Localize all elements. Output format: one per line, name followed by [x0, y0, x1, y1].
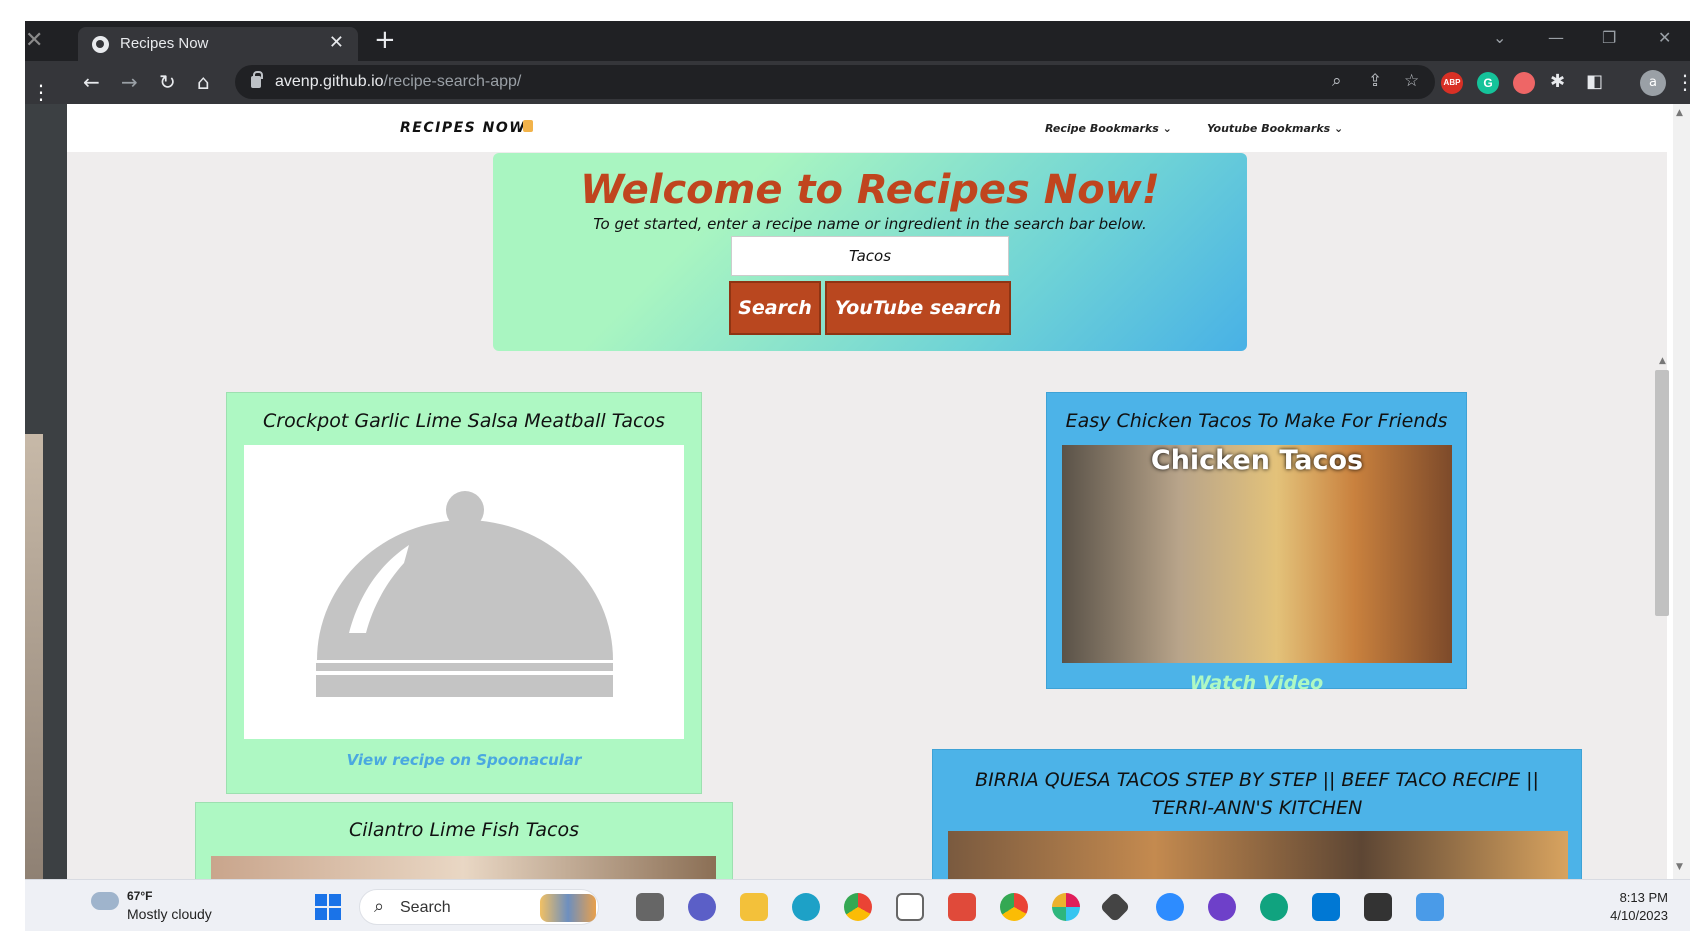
restore-icon[interactable]: ❐ — [1602, 28, 1616, 47]
zoom-app-icon[interactable] — [1156, 893, 1184, 921]
tab-recipes-now[interactable]: Recipes Now ✕ — [78, 27, 358, 61]
view-recipe-link[interactable]: View recipe on Spoonacular — [227, 751, 701, 769]
chevron-down-icon: ⌄ — [1334, 122, 1344, 135]
search-button[interactable]: Search — [729, 281, 821, 335]
youtube-search-button[interactable]: YouTube search — [825, 281, 1011, 335]
vscode-icon[interactable] — [1312, 893, 1340, 921]
lock-icon[interactable] — [251, 71, 263, 88]
edge-icon[interactable] — [792, 893, 820, 921]
reload-icon[interactable]: ↻ — [159, 70, 176, 94]
food-cloche-icon — [316, 491, 613, 697]
adblock-icon[interactable]: ABP — [1441, 72, 1463, 94]
teams-chat-icon[interactable] — [688, 893, 716, 921]
scroll-down-arrow-icon[interactable]: ▼ — [1676, 862, 1683, 872]
profile-avatar[interactable]: a — [1640, 70, 1666, 96]
close-tab-icon[interactable]: ✕ — [329, 32, 344, 53]
recipe-bookmarks-label: Recipe Bookmarks — [1045, 122, 1159, 135]
url-text: avenp.github.io/recipe-search-app/ — [275, 73, 521, 91]
screen-recorder-icon[interactable] — [1513, 72, 1535, 94]
recipe-title: Cilantro Lime Fish Tacos — [349, 819, 579, 841]
photos-icon[interactable] — [1416, 893, 1444, 921]
taskbar-search[interactable]: ⌕ Search — [359, 889, 599, 925]
zoom-icon[interactable]: ⌕ — [1332, 71, 1342, 91]
video-title: Easy Chicken Tacos To Make For Friends — [1065, 410, 1448, 432]
chevron-down-icon: ⌄ — [1162, 122, 1172, 135]
video-card: Easy Chicken Tacos To Make For Friends C… — [1046, 392, 1467, 694]
recipe-image-placeholder — [244, 445, 684, 739]
tab-search-icon[interactable]: ⌄ — [1493, 28, 1506, 47]
taskbar-search-label: Search — [400, 899, 451, 916]
web-page: RECIPES NOW Recipe Bookmarks ⌄ Youtube B… — [67, 104, 1667, 879]
github-desktop-icon[interactable] — [1208, 893, 1236, 921]
welcome-hero: Welcome to Recipes Now! To get started, … — [493, 153, 1247, 351]
recipe-bookmarks-dropdown[interactable]: Recipe Bookmarks ⌄ — [1045, 122, 1172, 135]
menu-kebab-icon[interactable]: ⋮ — [1675, 70, 1695, 94]
site-navbar: RECIPES NOW Recipe Bookmarks ⌄ Youtube B… — [67, 104, 1667, 152]
url-host: avenp.github.io — [275, 73, 384, 90]
desktop-wallpaper — [25, 434, 43, 894]
video-title: BIRRIA QUESA TACOS STEP BY STEP || BEEF … — [975, 769, 1539, 819]
minimize-icon[interactable]: — — [1548, 28, 1564, 47]
inner-scroll-up-icon[interactable]: ▲ — [1659, 356, 1666, 366]
video-thumbnail[interactable] — [948, 831, 1568, 879]
kebab-icon[interactable]: ⋮ — [31, 80, 51, 104]
hero-subtitle: To get started, enter a recipe name or i… — [593, 215, 1147, 233]
bookmark-star-icon[interactable]: ☆ — [1404, 71, 1419, 91]
globe-icon — [92, 36, 109, 53]
video-card: BIRRIA QUESA TACOS STEP BY STEP || BEEF … — [932, 749, 1582, 879]
file-explorer-icon[interactable] — [740, 893, 768, 921]
side-panel-icon[interactable]: ◧ — [1586, 70, 1603, 94]
url-path: /recipe-search-app/ — [383, 73, 522, 90]
weather-temperature[interactable]: 67°F — [127, 889, 152, 903]
task-view-icon[interactable] — [636, 893, 664, 921]
video-thumbnail[interactable]: Chicken Tacos — [1062, 445, 1452, 663]
recipe-search-input[interactable] — [731, 236, 1009, 276]
home-icon[interactable]: ⌂ — [197, 70, 210, 94]
youtube-bookmarks-label: Youtube Bookmarks — [1207, 122, 1331, 135]
clock-date: 4/10/2023 — [1610, 908, 1668, 923]
new-tab-icon[interactable]: + — [374, 25, 396, 55]
windows-start-icon[interactable] — [315, 894, 341, 920]
page-scrollbar[interactable] — [1673, 104, 1690, 879]
scroll-thumb[interactable] — [1655, 370, 1669, 616]
slack-icon[interactable] — [1052, 893, 1080, 921]
window-close-icon[interactable]: ✕ — [1658, 28, 1671, 47]
microsoft-store-icon[interactable] — [896, 893, 924, 921]
watch-video-link[interactable]: Watch Video — [1047, 672, 1466, 694]
forward-icon[interactable]: → — [121, 70, 138, 94]
food-emoji-icon — [523, 120, 533, 132]
search-icon: ⌕ — [374, 896, 385, 917]
snipping-tool-icon[interactable] — [948, 893, 976, 921]
tab-title: Recipes Now — [120, 35, 209, 52]
recipe-image — [211, 856, 716, 879]
back-icon[interactable]: ← — [83, 70, 100, 94]
chrome-icon[interactable] — [844, 893, 872, 921]
scroll-up-arrow-icon[interactable]: ▲ — [1676, 108, 1683, 118]
chrome-dev-icon[interactable] — [1000, 893, 1028, 921]
hero-title: Welcome to Recipes Now! — [580, 167, 1160, 213]
recipe-card: Cilantro Lime Fish Tacos — [195, 802, 733, 879]
thumbnail-caption: Chicken Tacos — [1150, 445, 1364, 476]
grammarly-icon[interactable]: G — [1477, 72, 1499, 94]
browser-toolbar: ← → ↻ ⌂ avenp.github.io/recipe-search-ap… — [25, 61, 1695, 104]
close-icon[interactable]: ✕ — [25, 28, 55, 54]
windows-taskbar: 67°F Mostly cloudy ⌕ Search 8:13 PM 4/10… — [25, 879, 1690, 931]
chatgpt-icon[interactable] — [1260, 893, 1288, 921]
share-icon[interactable]: ⇪ — [1368, 71, 1382, 91]
site-brand[interactable]: RECIPES NOW — [400, 120, 526, 136]
background-window-strip: ⋮ — [25, 80, 67, 894]
youtube-bookmarks-dropdown[interactable]: Youtube Bookmarks ⌄ — [1207, 122, 1343, 135]
weather-condition[interactable]: Mostly cloudy — [127, 906, 212, 922]
weather-cloud-icon[interactable] — [91, 886, 119, 910]
recipe-title: Crockpot Garlic Lime Salsa Meatball Taco… — [263, 410, 665, 432]
extensions-puzzle-icon[interactable]: ✱ — [1550, 70, 1565, 94]
recipe-card: Crockpot Garlic Lime Salsa Meatball Taco… — [226, 392, 702, 794]
search-highlight-art — [540, 894, 596, 922]
terminal-icon[interactable] — [1364, 893, 1392, 921]
address-bar[interactable]: avenp.github.io/recipe-search-app/ ⌕ ⇪ ☆ — [235, 65, 1435, 99]
sourcetree-icon[interactable] — [1099, 891, 1131, 923]
clock-time: 8:13 PM — [1619, 890, 1668, 905]
system-clock[interactable]: 8:13 PM 4/10/2023 — [1610, 889, 1668, 925]
